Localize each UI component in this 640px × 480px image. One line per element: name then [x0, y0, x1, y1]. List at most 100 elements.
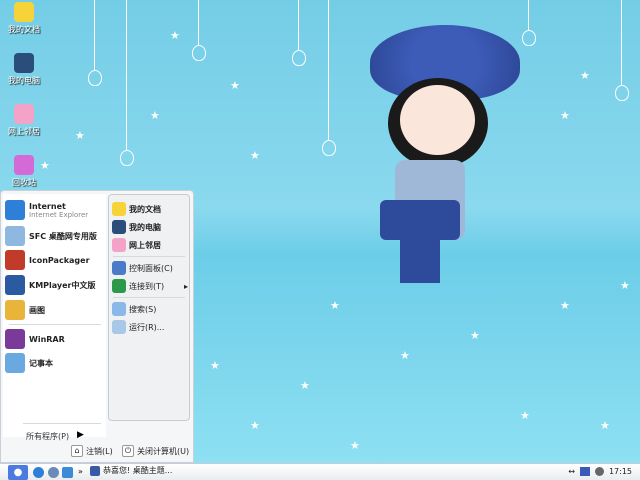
start-menu-item[interactable]: IconPackager	[5, 248, 90, 272]
place-label: 连接到(T)	[129, 281, 165, 291]
start-menu-place[interactable]: 网上邻居	[112, 236, 188, 254]
quicklaunch-desktop-icon[interactable]	[62, 467, 73, 478]
star-icon: ★	[300, 379, 310, 392]
quicklaunch-more[interactable]: »	[78, 467, 83, 476]
start-menu-item[interactable]: KMPlayer中文版	[5, 273, 96, 297]
network-icon	[14, 104, 34, 124]
start-menu-item[interactable]: Internet Internet Explorer	[5, 198, 88, 222]
start-menu-place[interactable]: 控制面板(C)	[112, 259, 188, 277]
place-label: 我的文档	[129, 204, 161, 214]
lightbulb-icon	[522, 30, 536, 46]
item-label: Internet	[29, 201, 66, 211]
desktop-icon-label: 我的文档	[8, 25, 40, 34]
all-programs-button[interactable]: 所有程序(P)	[26, 431, 69, 442]
my-documents-icon	[14, 2, 34, 22]
divider	[113, 297, 185, 298]
star-icon: ★	[350, 439, 360, 452]
divider	[113, 256, 185, 257]
desktop-icon[interactable]: 我的电脑	[4, 53, 44, 86]
quicklaunch-media-icon[interactable]	[48, 467, 59, 478]
item-label-wrap: 画图	[29, 305, 45, 316]
my-computer-icon	[112, 220, 126, 234]
start-menu-item[interactable]: 记事本	[5, 351, 53, 375]
start-menu-programs: Internet Internet Explorer SFC 桌酷网专用版 IconP…	[3, 194, 106, 437]
star-icon: ★	[560, 109, 570, 122]
place-label: 搜索(S)	[129, 304, 157, 314]
item-label-wrap: 记事本	[29, 358, 53, 369]
lightbulb-icon	[120, 150, 134, 166]
start-icon: ●	[13, 467, 23, 478]
desktop-icon[interactable]: 网上邻居	[4, 104, 44, 137]
security-icon[interactable]	[594, 467, 604, 476]
star-icon: ★	[400, 349, 410, 362]
kmplayer-icon	[5, 275, 25, 295]
arrow-right-icon: ▶	[77, 430, 84, 440]
start-menu-place[interactable]: 我的文档	[112, 200, 188, 218]
divider	[23, 423, 101, 424]
item-label: IconPackager	[29, 255, 90, 265]
search-icon	[112, 302, 126, 316]
star-icon: ★	[560, 299, 570, 312]
desktop-icon[interactable]: 我的文档	[4, 2, 44, 35]
star-icon: ★	[520, 409, 530, 422]
doll-skirt	[380, 200, 460, 240]
network-icon	[112, 238, 126, 252]
lightbulb-icon	[322, 140, 336, 156]
wire	[126, 0, 127, 150]
start-menu-place[interactable]: 连接到(T) ▸	[112, 277, 188, 295]
paint-icon	[5, 300, 25, 320]
shutdown-button[interactable]: ⏻ 关闭计算机(U)	[122, 445, 189, 457]
quicklaunch-ie-icon[interactable]	[33, 467, 44, 478]
star-icon: ★	[150, 109, 160, 122]
desktop-icon[interactable]: 回收站	[4, 155, 44, 188]
star-icon: ★	[620, 279, 630, 292]
taskbar-button[interactable]: 恭喜您! 桌酷主题...	[90, 465, 172, 476]
clock[interactable]: 17:15	[609, 467, 632, 476]
logoff-icon: ⌂	[71, 445, 83, 457]
item-label: 画图	[29, 305, 45, 315]
star-icon: ★	[330, 299, 340, 312]
place-label: 控制面板(C)	[129, 263, 173, 273]
control-panel-icon	[112, 261, 126, 275]
item-label-wrap: SFC 桌酷网专用版	[29, 231, 97, 242]
network-icon[interactable]	[579, 467, 590, 476]
iconpackager-icon	[5, 250, 25, 270]
start-menu-item[interactable]: SFC 桌酷网专用版	[5, 224, 97, 248]
start-menu: Internet Internet Explorer SFC 桌酷网专用版 IconP…	[0, 190, 194, 463]
star-icon: ★	[170, 29, 180, 42]
start-button[interactable]: ●	[8, 465, 28, 480]
window-icon	[90, 465, 100, 476]
power-icon: ⏻	[122, 445, 134, 457]
star-icon: ★	[250, 419, 260, 432]
start-menu-item[interactable]: 画图	[5, 298, 45, 322]
lightbulb-icon	[88, 70, 102, 86]
start-menu-place[interactable]: 搜索(S)	[112, 300, 188, 318]
wire	[621, 0, 622, 85]
item-label: KMPlayer中文版	[29, 280, 96, 290]
start-menu-place[interactable]: 运行(R)...	[112, 318, 188, 336]
star-icon: ★	[470, 329, 480, 342]
wire	[528, 0, 529, 30]
network-arrows-icon[interactable]: ↔	[568, 467, 575, 476]
lightbulb-icon	[192, 45, 206, 61]
place-label: 网上邻居	[129, 240, 161, 250]
item-label-wrap: Internet Internet Explorer	[29, 202, 88, 219]
submenu-arrow-icon: ▸	[183, 281, 188, 291]
sfc-icon	[5, 226, 25, 246]
item-sublabel: Internet Explorer	[29, 210, 89, 219]
recycle-bin-icon	[14, 155, 34, 175]
doll-legs	[400, 238, 440, 283]
item-label-wrap: WinRAR	[29, 335, 65, 344]
item-label: WinRAR	[29, 334, 65, 344]
system-tray: ↔ 17:15	[568, 467, 632, 476]
wire	[328, 0, 329, 140]
start-menu-place[interactable]: 我的电脑	[112, 218, 188, 236]
desktop-icon-label: 回收站	[12, 178, 36, 187]
logoff-button[interactable]: ⌂ 注销(L)	[71, 445, 113, 457]
star-icon: ★	[75, 129, 85, 142]
start-menu-places: 我的文档我的电脑网上邻居控制面板(C) 连接到(T) ▸ 搜索(S) 运行(R)...	[108, 194, 190, 421]
lightbulb-icon	[292, 50, 306, 66]
desktop-icon-label: 网上邻居	[8, 127, 40, 136]
start-menu-item[interactable]: WinRAR	[5, 327, 65, 351]
place-label: 我的电脑	[129, 222, 161, 232]
